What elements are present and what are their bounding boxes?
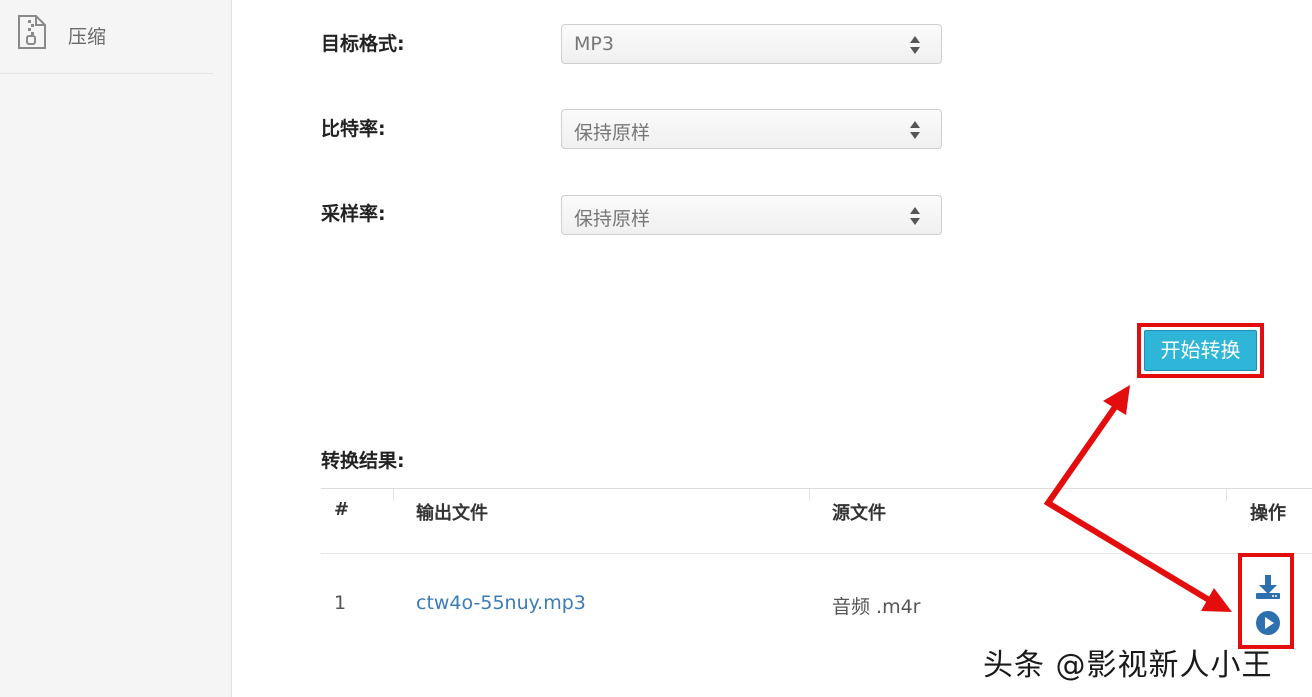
source-file-name: 音频 .m4r [832,596,921,618]
sample-rate-select[interactable]: 保持原样 [561,195,942,235]
main-content: 目标格式: MP3 比特率: 保持原样 采样率: 保持原样 开始转换 转换结果:… [232,0,1312,697]
target-format-select[interactable]: MP3 [561,24,942,64]
sidebar-item-compress[interactable]: 压缩 [0,0,213,74]
column-header-actions: 操作 [1250,503,1286,524]
sample-rate-label: 采样率: [321,203,386,225]
bitrate-label: 比特率: [321,118,386,140]
download-icon[interactable] [1255,573,1281,601]
output-file-link[interactable]: ctw4o-55nuy.mp3 [416,592,586,614]
zip-file-icon [18,15,46,49]
sample-rate-value: 保持原样 [574,208,651,230]
sidebar: 压缩 [0,0,232,697]
table-header: # 输出文件 源文件 操作 [321,488,1312,554]
select-arrows-icon [910,36,920,54]
play-icon[interactable] [1255,610,1281,636]
actions-highlight [1238,553,1294,649]
column-header-source-file: 源文件 [832,503,886,524]
target-format-value: MP3 [574,33,614,55]
select-arrows-icon [910,207,920,225]
column-divider [1226,489,1227,501]
watermark: 头条 @影视新人小王 [983,648,1273,683]
row-index: 1 [334,592,347,614]
start-convert-button[interactable]: 开始转换 [1144,330,1257,371]
column-header-output-file: 输出文件 [416,503,488,524]
column-divider [393,489,394,501]
select-arrows-icon [910,121,920,139]
convert-button-highlight: 开始转换 [1137,323,1264,378]
column-header-index: # [334,499,350,520]
target-format-label: 目标格式: [321,33,405,55]
bitrate-select[interactable]: 保持原样 [561,109,942,149]
sidebar-item-label: 压缩 [68,26,107,48]
bitrate-value: 保持原样 [574,122,651,144]
results-title: 转换结果: [321,450,405,472]
column-divider [809,489,810,501]
